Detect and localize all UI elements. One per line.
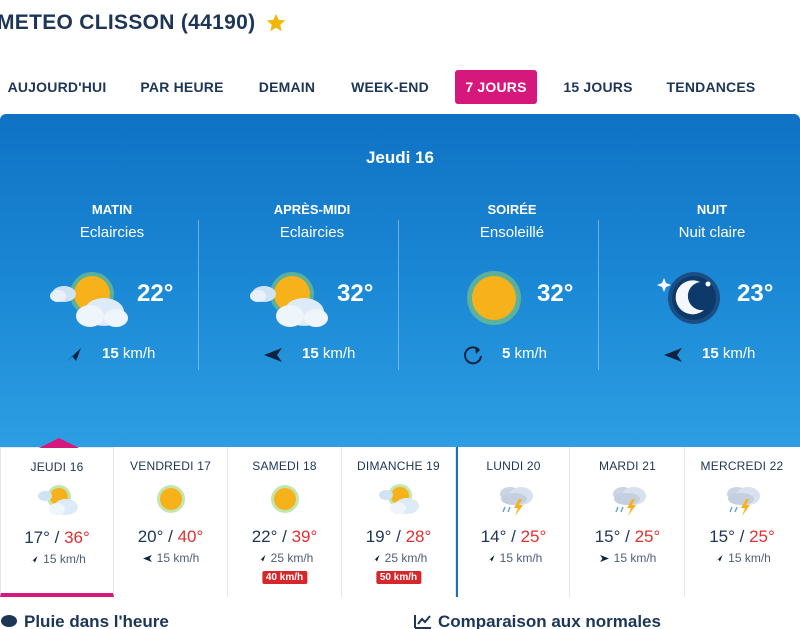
bottom-sections: Pluie dans l'heure Comparaison aux norma…: [0, 612, 800, 629]
tab-par-heure[interactable]: PAR HEURE: [136, 70, 228, 104]
day-name: MARDI 21: [599, 459, 656, 473]
moon-icon: [657, 272, 720, 324]
variable-wind-icon: [464, 346, 482, 365]
period-name: APRÈS-MIDI: [273, 202, 351, 217]
wind-arrow-icon: [29, 556, 38, 564]
day-wind: 25 km/h: [228, 551, 341, 565]
period-wind: 15 km/h: [102, 345, 156, 362]
period-matin: MATIN Eclaircies 22° 15 km/h: [12, 202, 212, 372]
thunderstorm-icon: [500, 487, 533, 516]
sun-icon: [271, 485, 299, 513]
page-header: METEO CLISSON (44190): [0, 8, 287, 38]
day-wind: 15 km/h: [458, 551, 569, 565]
tab-week-end[interactable]: WEEK-END: [346, 70, 434, 104]
period-wind: 5 km/h: [502, 345, 548, 362]
sun-icon: [467, 271, 521, 325]
wind-arrow-icon: [264, 348, 282, 362]
day-card-samedi-18[interactable]: SAMEDI 18 22° / 39° 25 km/h 40 km/h: [228, 447, 342, 597]
period-condition: Nuit claire: [678, 224, 746, 241]
forecast-tabs: AUJOURD'HUI PAR HEURE DEMAIN WEEK-END 7 …: [0, 70, 800, 104]
period-name: MATIN: [91, 202, 133, 217]
page-title: METEO CLISSON (44190): [0, 11, 256, 34]
period-temperature: 23°: [737, 280, 774, 307]
comparison-section-header[interactable]: Comparaison aux normales: [414, 612, 661, 629]
selected-day-title: Jeudi 16: [365, 148, 435, 167]
day-name: JEUDI 16: [30, 460, 84, 474]
day-temperatures: 14° / 25°: [480, 527, 547, 546]
partly-cloudy-icon: [50, 272, 128, 327]
gust-badge: 50 km/h: [375, 571, 422, 584]
period-wind: 15 km/h: [702, 345, 756, 362]
wind-arrow-icon: [486, 555, 495, 563]
wind-arrow-icon: [714, 555, 723, 563]
day-card-vendredi-17[interactable]: VENDREDI 17 20° / 40° 15 km/h: [114, 447, 228, 597]
rain-cloud-icon: [1, 615, 17, 627]
tab-7-jours[interactable]: 7 JOURS: [455, 70, 537, 104]
sun-icon: [157, 485, 185, 513]
chart-icon: [414, 615, 431, 629]
day-name: VENDREDI 17: [130, 459, 211, 473]
partly-cloudy-icon: [38, 485, 78, 515]
period-nuit: NUIT Nuit claire 23° 15 km/h: [612, 202, 800, 372]
selected-day-indicator: [39, 438, 79, 448]
period-temperature: 32°: [537, 280, 574, 307]
period-wind: 15 km/h: [302, 345, 356, 362]
day-wind: 15 km/h: [685, 551, 799, 565]
period-soiree: SOIRÉE Ensoleillé 32° 5 km/h: [412, 202, 612, 372]
star-icon[interactable]: [265, 12, 287, 34]
period-condition: Eclaircies: [79, 224, 145, 241]
day-temperatures: 20° / 40°: [137, 527, 204, 546]
thunderstorm-icon: [613, 487, 646, 516]
gust-badge: 40 km/h: [261, 571, 308, 584]
thunderstorm-icon: [727, 487, 760, 516]
day-wind: 15 km/h: [571, 551, 684, 565]
day-temperatures: 15° / 25°: [594, 527, 661, 546]
day-wind: 15 km/h: [1, 552, 113, 566]
day-temperatures: 17° / 36°: [24, 528, 90, 547]
day-name: MERCREDI 22: [700, 459, 784, 473]
period-name: SOIRÉE: [487, 202, 537, 217]
day-card-mardi-21[interactable]: MARDI 21 15° / 25° 15 km/h: [571, 447, 685, 597]
period-condition: Eclaircies: [279, 224, 345, 241]
tab-aujourdhui[interactable]: AUJOURD'HUI: [2, 70, 112, 104]
tab-tendances[interactable]: TENDANCES: [662, 70, 760, 104]
day-card-lundi-20[interactable]: LUNDI 20 14° / 25° 15 km/h: [456, 447, 570, 597]
tab-15-jours[interactable]: 15 JOURS: [558, 70, 638, 104]
rain-section-header[interactable]: Pluie dans l'heure: [0, 612, 169, 629]
period-temperature: 32°: [337, 280, 374, 307]
period-condition: Ensoleillé: [479, 224, 545, 241]
partly-cloudy-icon: [379, 484, 419, 514]
day-temperatures: 19° / 28°: [365, 527, 432, 546]
partly-cloudy-icon: [250, 272, 328, 327]
period-apres-midi: APRÈS-MIDI Eclaircies 32° 15 km/h: [212, 202, 412, 372]
seven-day-strip: JEUDI 16 17° / 36° 15 km/h VENDREDI 17 2…: [0, 438, 800, 597]
period-temperature: 22°: [137, 280, 174, 307]
day-wind: 25 km/h: [342, 551, 455, 565]
wind-arrow-icon: [599, 555, 609, 562]
tab-demain[interactable]: DEMAIN: [254, 70, 320, 104]
period-name: NUIT: [696, 202, 728, 217]
wind-arrow-icon: [142, 555, 152, 562]
day-wind: 15 km/h: [114, 551, 227, 565]
wind-arrow-icon: [257, 555, 266, 563]
day-card-jeudi-16[interactable]: JEUDI 16 17° / 36° 15 km/h: [0, 438, 114, 597]
wind-arrow-icon: [664, 348, 682, 362]
day-name: DIMANCHE 19: [357, 459, 440, 473]
day-temperatures: 15° / 25°: [709, 527, 775, 546]
day-name: SAMEDI 18: [252, 459, 317, 473]
day-temperatures: 22° / 39°: [251, 527, 318, 546]
day-name: LUNDI 20: [486, 459, 541, 473]
day-card-dimanche-19[interactable]: DIMANCHE 19 19° / 28° 25 km/h 50 km/h: [342, 447, 456, 597]
day-detail-panel: Jeudi 16 MATIN Eclaircies 22° 15 km/h AP…: [0, 114, 800, 448]
wind-arrow-icon: [65, 348, 81, 363]
day-card-mercredi-22[interactable]: MERCREDI 22 15° / 25° 15 km/h: [685, 447, 799, 597]
wind-arrow-icon: [371, 555, 380, 563]
